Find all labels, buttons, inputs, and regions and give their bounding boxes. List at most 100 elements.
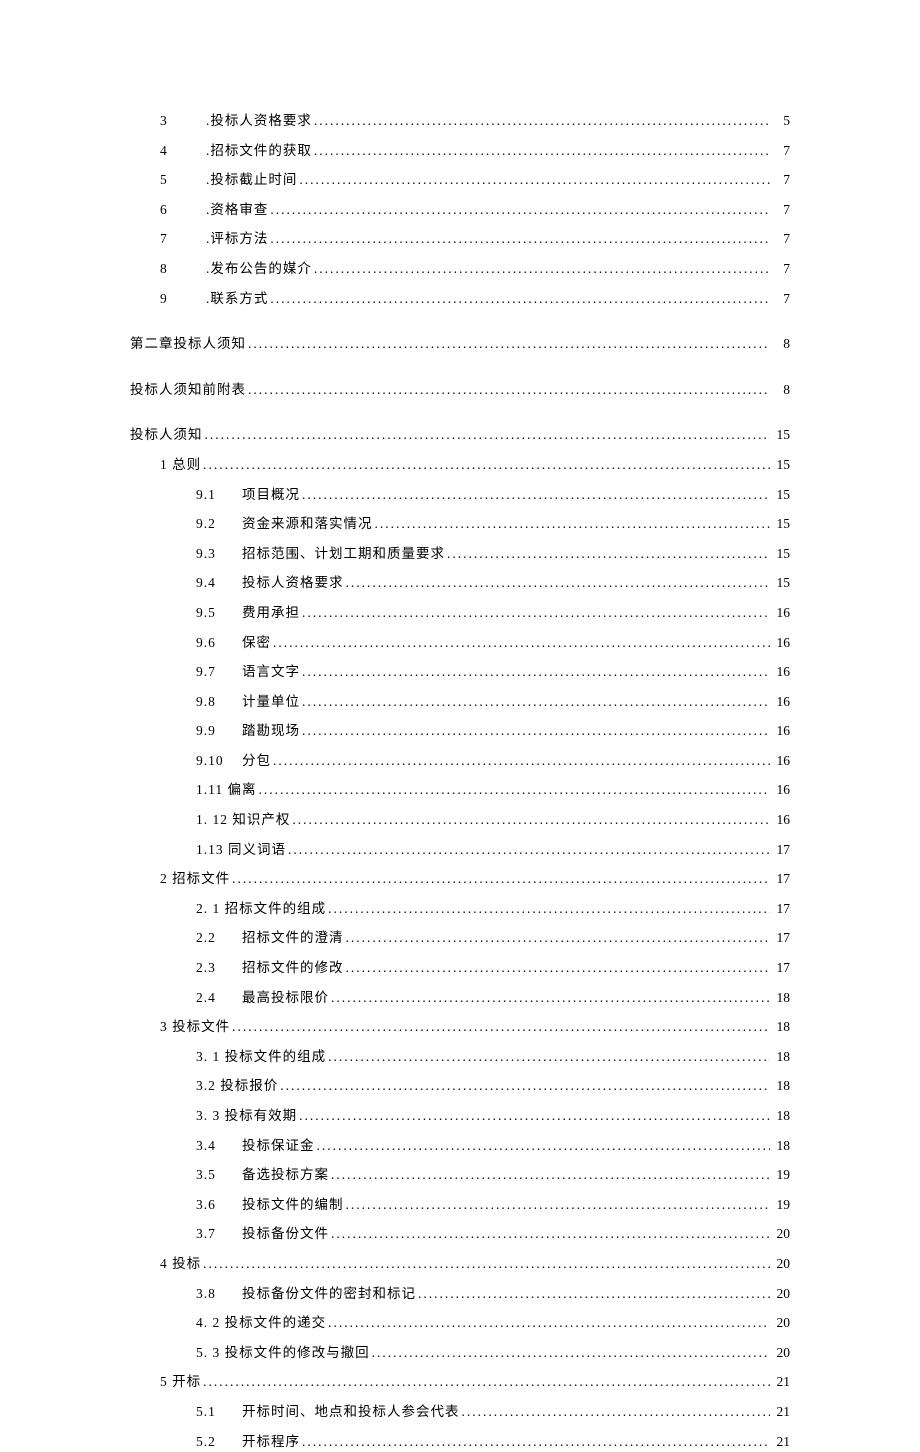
toc-leader-dots <box>300 602 770 624</box>
toc-leader-dots <box>312 110 770 132</box>
toc-entry: 3. 3 投标有效期18 <box>130 1105 790 1127</box>
toc-entry-page: 17 <box>770 927 790 949</box>
toc-entry-number: 6 <box>160 199 206 221</box>
toc-entry-title: 1.11 偏离 <box>196 779 257 801</box>
toc-entry-title: .联系方式 <box>206 288 268 310</box>
toc-entry-page: 15 <box>770 454 790 476</box>
toc-leader-dots <box>201 1371 770 1393</box>
toc-entry: 4. 2 投标文件的递交20 <box>130 1312 790 1334</box>
toc-entry: 4.招标文件的获取7 <box>130 140 790 162</box>
toc-entry-page: 18 <box>770 1016 790 1038</box>
toc-entry-page: 21 <box>770 1401 790 1423</box>
toc-leader-dots <box>268 199 770 221</box>
toc-leader-dots <box>201 1253 770 1275</box>
toc-entry-title: .投标截止时间 <box>206 169 297 191</box>
toc-leader-dots <box>312 140 770 162</box>
toc-entry-title: 招标文件的澄清 <box>242 927 344 949</box>
toc-leader-dots <box>300 661 770 683</box>
toc-entry-page: 18 <box>770 987 790 1009</box>
toc-entry-number: 3 <box>160 110 206 132</box>
toc-entry-page: 17 <box>770 868 790 890</box>
toc-entry-number: 9.8 <box>196 691 242 713</box>
toc-entry-page: 16 <box>770 720 790 742</box>
toc-entry: 9.7语言文字16 <box>130 661 790 683</box>
toc-leader-dots <box>460 1401 771 1423</box>
toc-entry-number: 4 <box>160 140 206 162</box>
toc-entry: 5.投标截止时间7 <box>130 169 790 191</box>
toc-entry-page: 16 <box>770 661 790 683</box>
toc-entry-title: .评标方法 <box>206 228 268 250</box>
toc-leader-dots <box>344 957 771 979</box>
toc-entry-page: 19 <box>770 1194 790 1216</box>
toc-entry-title: 开标程序 <box>242 1431 300 1452</box>
toc-entry-title: 投标文件的编制 <box>242 1194 344 1216</box>
toc-entry-number: 2.3 <box>196 957 242 979</box>
toc-leader-dots <box>326 898 770 920</box>
toc-entry: 9.3招标范围、计划工期和质量要求15 <box>130 543 790 565</box>
toc-entry: 3.5备选投标方案19 <box>130 1164 790 1186</box>
toc-entry-page: 15 <box>770 513 790 535</box>
toc-entry-title: 2. 1 招标文件的组成 <box>196 898 326 920</box>
toc-leader-dots <box>329 1223 770 1245</box>
toc-entry: 2.4最高投标限价18 <box>130 987 790 1009</box>
toc-entry-page: 21 <box>770 1431 790 1452</box>
toc-entry: 9.9踏勘现场16 <box>130 720 790 742</box>
toc-entry-page: 7 <box>770 199 790 221</box>
toc-entry-page: 7 <box>770 228 790 250</box>
toc-entry-page: 18 <box>770 1135 790 1157</box>
toc-leader-dots <box>329 987 770 1009</box>
toc-entry-page: 7 <box>770 288 790 310</box>
toc-entry-title: 开标时间、地点和投标人参会代表 <box>242 1401 460 1423</box>
toc-entry: 1.11 偏离 16 <box>130 779 790 801</box>
toc-entry-page: 16 <box>770 779 790 801</box>
toc-entry-page: 16 <box>770 750 790 772</box>
toc-leader-dots <box>203 424 771 446</box>
toc-entry: 5. 3 投标文件的修改与撤回20 <box>130 1342 790 1364</box>
toc-entry: 7.评标方法7 <box>130 228 790 250</box>
toc-entry-number: 9.4 <box>196 572 242 594</box>
toc-leader-dots <box>370 1342 770 1364</box>
toc-entry-number: 9.6 <box>196 632 242 654</box>
toc-entry-number: 9.10 <box>196 750 242 772</box>
toc-leader-dots <box>312 258 770 280</box>
toc-entry-title: 5. 3 投标文件的修改与撤回 <box>196 1342 370 1364</box>
toc-entry-page: 20 <box>770 1312 790 1334</box>
toc-entry-page: 17 <box>770 957 790 979</box>
toc-entry-page: 7 <box>770 140 790 162</box>
toc-entry: 9.8计量单位16 <box>130 691 790 713</box>
toc-entry-title: .投标人资格要求 <box>206 110 312 132</box>
toc-entry-title: 资金来源和落实情况 <box>242 513 373 535</box>
toc-entry: 第二章投标人须知8 <box>130 333 790 355</box>
toc-entry-title: 投标备份文件 <box>242 1223 329 1245</box>
toc-entry-title: 最高投标限价 <box>242 987 329 1009</box>
toc-entry-title: 4 投标 <box>160 1253 201 1275</box>
toc-leader-dots <box>271 750 770 772</box>
toc-leader-dots <box>286 839 770 861</box>
toc-entry-title: 3.2 投标报价 <box>196 1075 278 1097</box>
toc-entry: 9.6保密16 <box>130 632 790 654</box>
toc-entry: 3.6投标文件的编制19 <box>130 1194 790 1216</box>
toc-entry-number: 5.2 <box>196 1431 242 1452</box>
toc-entry-page: 17 <box>770 898 790 920</box>
toc-leader-dots <box>230 868 770 890</box>
toc-entry-title: 项目概况 <box>242 484 300 506</box>
toc-page: 3.投标人资格要求54.招标文件的获取75.投标截止时间76.资格审查77.评标… <box>0 0 920 1301</box>
toc-entry-title: 5 开标 <box>160 1371 201 1393</box>
toc-leader-dots <box>230 1016 770 1038</box>
toc-entry-title: 费用承担 <box>242 602 300 624</box>
toc-entry-page: 8 <box>770 379 790 401</box>
toc-entry-page: 15 <box>770 424 790 446</box>
toc-leader-dots <box>344 572 771 594</box>
toc-entry-number: 8 <box>160 258 206 280</box>
toc-leader-dots <box>344 927 771 949</box>
toc-entry-page: 21 <box>770 1371 790 1393</box>
toc-entry: 6.资格审查7 <box>130 199 790 221</box>
toc-entry: 投标人须知前附表8 <box>130 379 790 401</box>
toc-entry: 3.2 投标报价18 <box>130 1075 790 1097</box>
toc-entry-page: 7 <box>770 169 790 191</box>
toc-entry-page: 16 <box>770 632 790 654</box>
toc-entry-title: 3. 3 投标有效期 <box>196 1105 297 1127</box>
toc-entry-number: 9.1 <box>196 484 242 506</box>
toc-leader-dots <box>300 720 770 742</box>
toc-entry-page: 17 <box>770 839 790 861</box>
